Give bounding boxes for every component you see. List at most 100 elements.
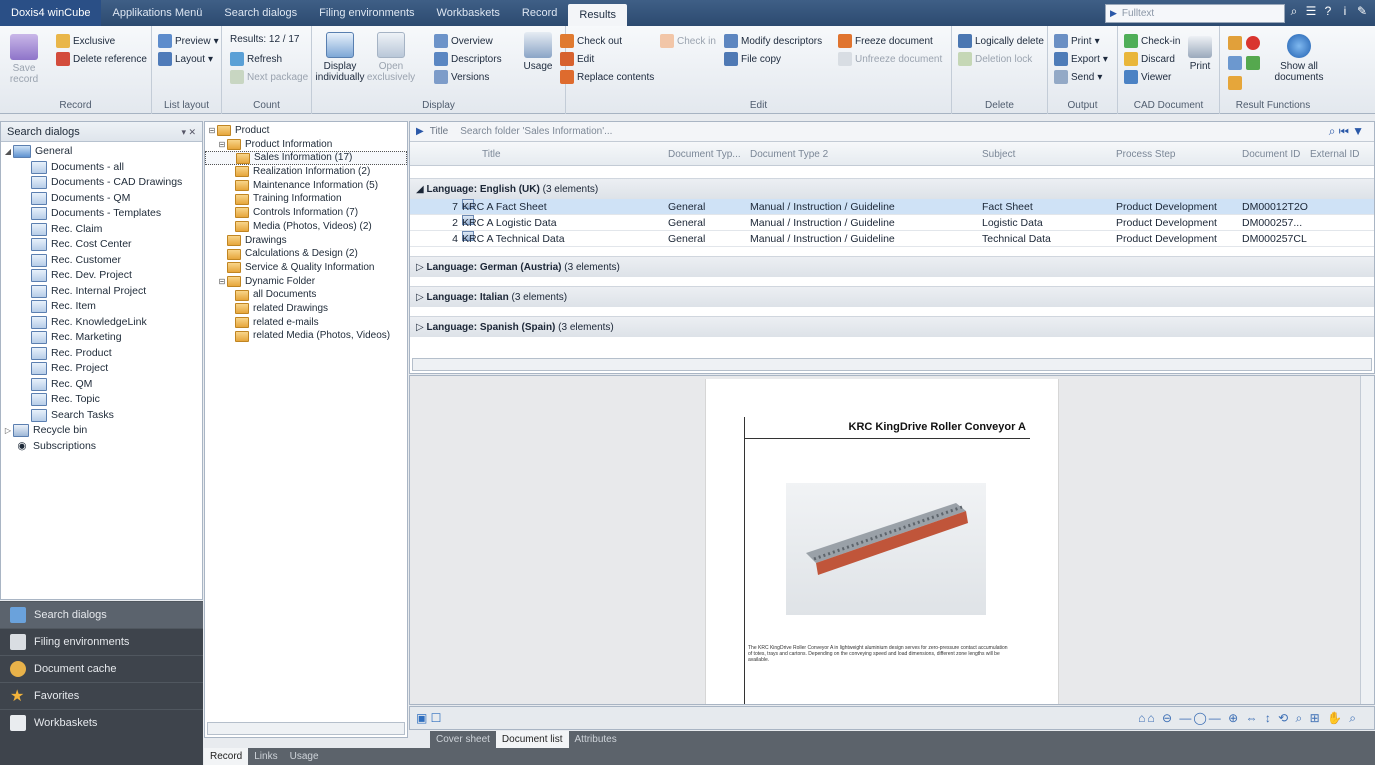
fulltext-search-input[interactable]: ▶ Fulltext xyxy=(1105,4,1285,23)
tab-workbaskets[interactable]: Workbaskets xyxy=(426,0,511,26)
expand-group-icon[interactable]: ▷ xyxy=(416,292,424,303)
preview-vscroll[interactable] xyxy=(1360,376,1374,704)
nav-favorites[interactable]: ★ Favorites xyxy=(0,682,203,709)
tab-filing-environments[interactable]: Filing environments xyxy=(308,0,425,26)
tree-node-dynamic-item[interactable]: related Media (Photos, Videos) xyxy=(205,329,407,343)
refresh-results-icon[interactable] xyxy=(1228,36,1242,50)
results-hscroll[interactable] xyxy=(412,358,1372,371)
record-tree-hscroll[interactable] xyxy=(207,722,405,735)
key-icon[interactable] xyxy=(1228,76,1242,90)
open-exclusively-button[interactable]: Open exclusively xyxy=(366,32,416,83)
layout-button[interactable]: Layout ▾ xyxy=(158,52,213,66)
col-document-type-2[interactable]: Document Type 2 xyxy=(750,149,828,160)
arrows-icon[interactable] xyxy=(1228,56,1242,70)
cad-check-in-button[interactable]: Check-in xyxy=(1124,34,1180,48)
results-search-bar[interactable]: ▶ Title Search folder 'Sales Information… xyxy=(410,122,1374,142)
preview-button[interactable]: Preview ▾ xyxy=(158,34,219,48)
close-panel-icon[interactable]: ▾ ✕ xyxy=(181,122,196,142)
edit-button[interactable]: Edit xyxy=(560,52,594,66)
tree-node-product-information[interactable]: ⊟ Product Information xyxy=(205,138,407,152)
tab-search-dialogs[interactable]: Search dialogs xyxy=(213,0,308,26)
collapse-icon[interactable]: ⊟ xyxy=(217,275,227,289)
tree-node-information[interactable]: Training Information xyxy=(205,192,407,206)
col-subject[interactable]: Subject xyxy=(982,149,1015,160)
modify-descriptors-button[interactable]: Modify descriptors xyxy=(724,34,822,48)
tab-record[interactable]: Record xyxy=(511,0,568,26)
cad-print-button[interactable]: Print xyxy=(1184,36,1216,72)
send-button[interactable]: Send ▾ xyxy=(1054,70,1102,84)
deletion-lock-button[interactable]: Deletion lock xyxy=(958,52,1032,66)
info-icon[interactable]: i xyxy=(1338,3,1352,19)
next-package-button[interactable]: Next package xyxy=(230,70,308,84)
expand-group-icon[interactable]: ▷ xyxy=(416,262,424,273)
tab-document-list[interactable]: Document list xyxy=(495,731,569,748)
collapse-group-icon[interactable]: ◢ xyxy=(416,184,424,195)
group-row[interactable]: ▷ Language: Italian (3 elements) xyxy=(410,286,1374,307)
group-row[interactable]: ▷ Language: Spanish (Spain) (3 elements) xyxy=(410,316,1374,337)
print-button[interactable]: Print ▾ xyxy=(1054,34,1100,48)
search-dialog-item[interactable]: Documents - all xyxy=(1,160,202,176)
discard-button[interactable]: Discard xyxy=(1124,52,1175,66)
search-dialog-item[interactable]: Rec. Topic xyxy=(1,392,202,408)
col-process-step[interactable]: Process Step xyxy=(1116,149,1175,160)
tree-node-calculations[interactable]: Calculations & Design (2) xyxy=(205,247,407,261)
versions-button[interactable]: Versions xyxy=(434,70,489,84)
tree-node-recycle-bin[interactable]: ▷ Recycle bin xyxy=(1,423,202,439)
search-dialog-item[interactable]: Rec. Item xyxy=(1,299,202,315)
pin-icon[interactable]: ✎ xyxy=(1355,3,1369,19)
tree-node-information[interactable]: Controls Information (7) xyxy=(205,206,407,220)
search-dialog-item[interactable]: Search Tasks xyxy=(1,408,202,424)
nav-workbaskets[interactable]: Workbaskets xyxy=(0,709,203,736)
search-dialog-item[interactable]: Rec. QM xyxy=(1,377,202,393)
tree-node-dynamic-item[interactable]: related e-mails xyxy=(205,316,407,330)
options-icon[interactable]: ☰ xyxy=(1304,3,1318,19)
tree-node-information[interactable]: Maintenance Information (5) xyxy=(205,179,407,193)
tab-usage[interactable]: Usage xyxy=(284,748,325,765)
table-row[interactable]: 7 KRC A Fact Sheet General Manual / Instruc… xyxy=(410,199,1374,215)
tree-node-information[interactable]: Realization Information (2) xyxy=(205,165,407,179)
arrow-right-icon[interactable] xyxy=(1246,56,1260,70)
search-dialog-item[interactable]: Documents - CAD Drawings xyxy=(1,175,202,191)
unfreeze-document-button[interactable]: Unfreeze document xyxy=(838,52,942,66)
search-dialog-item[interactable]: Documents - Templates xyxy=(1,206,202,222)
table-row[interactable]: 4 KRC A Technical Data General Manual / Ins… xyxy=(410,231,1374,247)
search-dialog-item[interactable]: Rec. Claim xyxy=(1,222,202,238)
nav-filing-environments[interactable]: Filing environments xyxy=(0,628,203,655)
tree-node-product[interactable]: ⊟ Product xyxy=(205,124,407,138)
tree-node-dynamic-item[interactable]: related Drawings xyxy=(205,302,407,316)
refresh-button[interactable]: Refresh xyxy=(230,52,282,66)
expand-group-icon[interactable]: ▷ xyxy=(416,322,424,333)
descriptors-button[interactable]: Descriptors xyxy=(434,52,502,66)
search-dialog-item[interactable]: Rec. Internal Project xyxy=(1,284,202,300)
group-row[interactable]: ◢ Language: English (UK) (3 elements) xyxy=(410,178,1374,199)
tab-links[interactable]: Links xyxy=(248,748,283,765)
tab-cover-sheet[interactable]: Cover sheet xyxy=(430,731,496,748)
app-title[interactable]: Doxis4 winCube xyxy=(0,0,102,26)
search-dialog-item[interactable]: Rec. Marketing xyxy=(1,330,202,346)
search-toolbar-icons[interactable]: ⌕ ⏮ ▼ xyxy=(1329,124,1364,139)
search-dialog-item[interactable]: Rec. Customer xyxy=(1,253,202,269)
tree-node-dynamic-folder[interactable]: ⊟ Dynamic Folder xyxy=(205,275,407,289)
export-button[interactable]: Export ▾ xyxy=(1054,52,1108,66)
search-dialog-item[interactable]: Rec. Product xyxy=(1,346,202,362)
search-folder-input[interactable]: Search folder 'Sales Information'... xyxy=(460,126,612,137)
table-row[interactable]: 2 KRC A Logistic Data General Manual / Inst… xyxy=(410,215,1374,231)
freeze-document-button[interactable]: Freeze document xyxy=(838,34,933,48)
group-row[interactable]: ▷ Language: German (Austria) (3 elements… xyxy=(410,256,1374,277)
search-icon[interactable]: ⌕ xyxy=(1287,3,1301,19)
search-dialog-item[interactable]: Rec. Dev. Project xyxy=(1,268,202,284)
delete-reference-button[interactable]: Delete reference xyxy=(56,52,147,66)
cancel-icon[interactable] xyxy=(1246,36,1260,50)
viewer-button[interactable]: Viewer xyxy=(1124,70,1171,84)
save-record-button[interactable]: Save record xyxy=(6,34,42,85)
overview-button[interactable]: Overview xyxy=(434,34,493,48)
check-in-button[interactable]: Check in xyxy=(660,34,716,48)
tree-node-information[interactable]: Media (Photos, Videos) (2) xyxy=(205,220,407,234)
search-dialog-item[interactable]: Rec. KnowledgeLink xyxy=(1,315,202,331)
check-out-button[interactable]: Check out xyxy=(560,34,622,48)
show-all-documents-button[interactable]: Show all documents xyxy=(1272,34,1326,83)
collapse-icon[interactable]: ⊟ xyxy=(207,124,217,138)
replace-contents-button[interactable]: Replace contents xyxy=(560,70,654,84)
usage-button[interactable]: Usage xyxy=(518,32,558,72)
expand-icon[interactable]: ▷ xyxy=(3,423,13,439)
